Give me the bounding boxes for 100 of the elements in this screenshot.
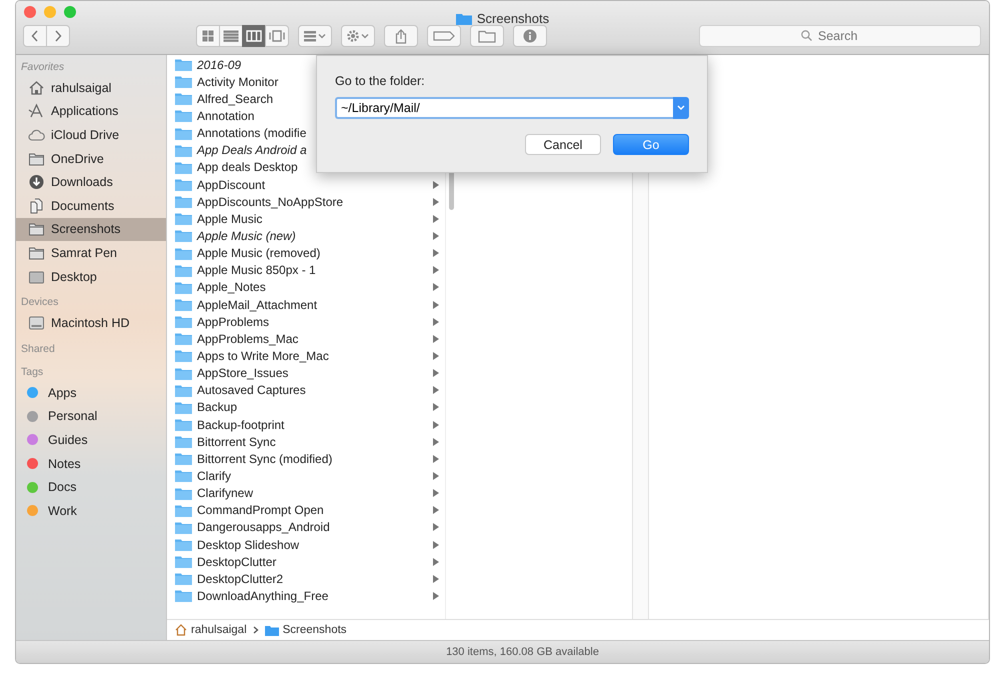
folder-row[interactable]: Apps to Write More_Mac (167, 347, 445, 365)
document-icon (28, 198, 45, 214)
folder-row[interactable]: Apple Music (new) (167, 227, 445, 245)
sidebar-item[interactable]: rahulsaigal (16, 76, 166, 100)
folder-row[interactable]: AppleMail_Attachment (167, 296, 445, 314)
arrange-button[interactable] (298, 25, 332, 47)
tag-item[interactable]: Personal (16, 404, 166, 428)
view-mode-button[interactable] (219, 25, 243, 47)
sidebar-item[interactable]: Desktop (16, 264, 166, 288)
folder-row[interactable]: Dangerousapps_Android (167, 518, 445, 536)
tag-item[interactable]: Guides (16, 428, 166, 452)
folder-name: AppDiscount (197, 178, 266, 192)
folder-row[interactable]: DownloadAnything_Free (167, 587, 445, 604)
folder-row[interactable]: AppDiscount (167, 176, 445, 194)
path-item[interactable]: rahulsaigal (175, 624, 247, 636)
folder-name: Dangerousapps_Android (197, 520, 330, 534)
tag-item[interactable]: Apps (16, 380, 166, 405)
folder-row[interactable]: Apple Music 850px - 1 (167, 262, 445, 279)
folder-row[interactable]: Backup-footprint (167, 416, 445, 434)
folder-icon (175, 109, 192, 122)
folder-name: Desktop Slideshow (197, 538, 300, 552)
folder-row[interactable]: DesktopClutter (167, 553, 445, 570)
folder-row[interactable]: AppStore_Issues (167, 364, 445, 382)
cancel-button[interactable]: Cancel (525, 134, 601, 155)
section-heading: Shared (20, 342, 56, 357)
folder-name: App Deals Android a (197, 143, 307, 158)
folder-row[interactable]: Apple Music (removed) (167, 244, 445, 262)
folder-icon (175, 469, 192, 482)
folder-name: Apple Music (removed) (197, 246, 320, 260)
folder-icon (175, 144, 192, 157)
folder-row[interactable]: Bittorrent Sync (modified) (167, 450, 445, 468)
folder-row[interactable]: Desktop Slideshow (167, 536, 445, 554)
folder-row[interactable]: CommandPrompt Open (167, 502, 445, 519)
list-icon (223, 30, 239, 42)
grid-icon (200, 30, 216, 42)
path-item[interactable]: Screenshots (264, 624, 347, 636)
folder-row[interactable]: DesktopClutter2 (167, 570, 445, 588)
folder-icon (175, 212, 192, 226)
folder-row[interactable]: Autosaved Captures (167, 382, 445, 399)
folder-row[interactable]: App Deals Android a (167, 142, 445, 159)
zoom-button[interactable] (64, 6, 76, 18)
sidebar-item[interactable]: Downloads (16, 170, 166, 194)
folder-row[interactable]: AppProblems (167, 313, 445, 330)
folder-icon (28, 244, 45, 261)
folder-name: Bittorrent Sync (modified) (197, 452, 332, 466)
sidebar-item[interactable]: OneDrive (16, 146, 166, 170)
folder-icon (175, 452, 192, 466)
folder-icon (28, 221, 45, 238)
status-bar: 130 items, 160.08 GB available (16, 640, 989, 663)
section-heading: Tags (20, 364, 44, 380)
sidebar-item[interactable]: Samrat Pen (16, 241, 166, 265)
folder-name: Apple Music (197, 212, 262, 226)
folder-name: Apps to Write More_Mac (197, 348, 329, 363)
sidebar-item[interactable]: Applications (16, 100, 166, 124)
folder-row[interactable]: App deals Desktop (167, 158, 445, 176)
close-button[interactable] (24, 6, 36, 18)
gear-icon (346, 29, 370, 43)
dialog-label: Go to the folder: (335, 74, 426, 88)
folder-row[interactable]: Apple Music (167, 210, 445, 228)
folder-row[interactable]: AppProblems_Mac (167, 330, 445, 348)
new-folder-button[interactable] (470, 25, 504, 47)
folder-row[interactable]: 2016-09 (167, 56, 445, 74)
folder-row[interactable]: Clarifynew (167, 484, 445, 502)
section-heading: Devices (20, 295, 60, 310)
tag-item[interactable]: Notes (16, 452, 166, 476)
tag-button[interactable] (427, 25, 461, 47)
tag-icon (433, 31, 455, 41)
sidebar-item[interactable]: Documents (16, 194, 166, 218)
folder-icon (175, 435, 192, 448)
tag-item[interactable]: Work (16, 498, 166, 522)
folder-row[interactable]: Apple_Notes (167, 278, 445, 296)
folder-icon (175, 315, 192, 328)
sidebar-item[interactable]: Macintosh HD (16, 311, 166, 335)
folder-icon (175, 400, 192, 414)
folder-row[interactable]: Bittorrent Sync (167, 433, 445, 450)
share-button[interactable] (384, 25, 418, 47)
folder-row[interactable]: Clarify (167, 467, 445, 485)
dropdown-button[interactable] (673, 97, 689, 119)
folder-name: AppStore_Issues (197, 366, 288, 380)
info-button[interactable] (513, 25, 547, 47)
search-field[interactable]: Search (699, 25, 981, 47)
sidebar-item[interactable]: iCloud Drive (16, 123, 166, 147)
back-button[interactable] (23, 25, 47, 47)
view-mode-button[interactable] (196, 25, 220, 47)
folder-icon (175, 589, 192, 602)
folder-path-field[interactable]: ~/Library/Mail/ (335, 97, 673, 119)
view-mode-button[interactable] (242, 25, 266, 47)
arrange-icon (303, 30, 327, 42)
disclosure-arrow-icon (433, 540, 439, 548)
folder-icon (175, 229, 192, 242)
view-mode-button[interactable] (265, 25, 289, 47)
tag-item[interactable]: Docs (16, 475, 166, 499)
forward-button[interactable] (46, 25, 70, 47)
folder-row[interactable]: AppDiscounts_NoAppStore (167, 193, 445, 210)
sidebar-item[interactable]: Screenshots (16, 218, 166, 242)
info-icon (523, 29, 537, 43)
folder-icon (28, 150, 45, 167)
folder-row[interactable]: Annotations (modifie (167, 124, 445, 142)
action-button[interactable] (341, 25, 375, 47)
folder-row[interactable]: Backup (167, 398, 445, 416)
